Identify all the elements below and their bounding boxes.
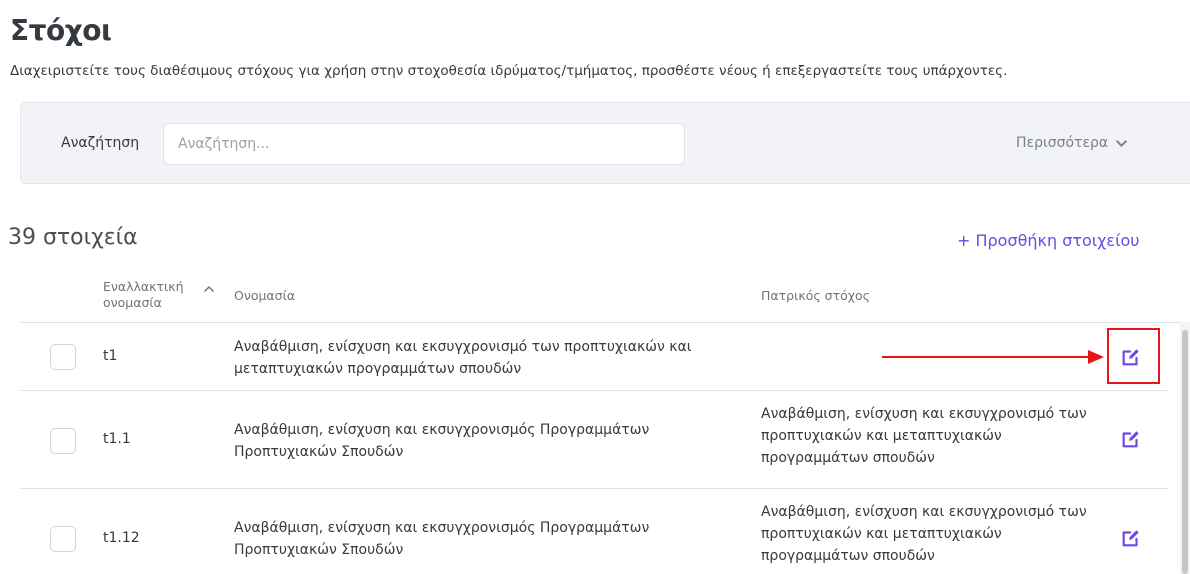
row-alt-name: t1 [103,348,118,364]
column-header-parent[interactable]: Πατρικός στόχος [761,288,870,303]
search-label: Αναζήτηση [61,135,140,151]
items-count: 39 στοιχεία [8,225,138,250]
row-checkbox[interactable] [50,428,76,454]
edit-button[interactable] [1120,428,1142,450]
edit-icon [1122,530,1139,547]
more-filters-toggle[interactable]: Περισσότερα [1016,135,1128,151]
table-body: t1 Αναβάθμιση, ενίσχυση και εκσυγχρονισμ… [20,322,1188,574]
row-alt-name: t1.12 [103,530,140,546]
column-header-name[interactable]: Ονομασία [234,288,295,303]
table-row: t1.12 Αναβάθμιση, ενίσχυση και εκσυγχρον… [20,489,1168,574]
annotation-highlight-box [1107,328,1160,384]
column-header-alt-name[interactable]: Εναλλακτική ονομασία [103,279,193,311]
row-name: Αναβάθμιση, ενίσχυση και εκσυγχρονισμό τ… [234,339,692,377]
edit-icon [1122,431,1139,448]
row-checkbox[interactable] [50,526,76,552]
search-input[interactable] [163,123,685,165]
chevron-down-icon [1116,139,1127,147]
row-alt-name: t1.1 [103,431,131,447]
row-name: Αναβάθμιση, ενίσχυση και εκσυγχρονισμός … [234,422,650,460]
table-row: t1.1 Αναβάθμιση, ενίσχυση και εκσυγχρονι… [20,391,1168,489]
annotation-arrow-head [1088,350,1104,364]
row-checkbox[interactable] [50,344,76,370]
search-panel: Αναζήτηση Περισσότερα [20,102,1190,184]
page-description: Διαχειριστείτε τους διαθέσιμους στόχους … [10,63,1008,79]
row-name: Αναβάθμιση, ενίσχυση και εκσυγχρονισμός … [234,520,650,558]
more-filters-label: Περισσότερα [1016,135,1109,151]
scrollbar-thumb[interactable] [1182,330,1188,574]
page-title: Στόχοι [10,14,112,47]
chevron-up-icon[interactable] [203,283,215,295]
edit-button[interactable] [1120,527,1142,549]
annotation-arrow [882,356,1092,358]
row-parent: Αναβάθμιση, ενίσχυση και εκσυγχρονισμό τ… [761,406,1087,466]
add-item-link[interactable]: + Προσθήκη στοιχείου [957,231,1140,250]
row-parent: Αναβάθμιση, ενίσχυση και εκσυγχρονισμό τ… [761,504,1087,564]
